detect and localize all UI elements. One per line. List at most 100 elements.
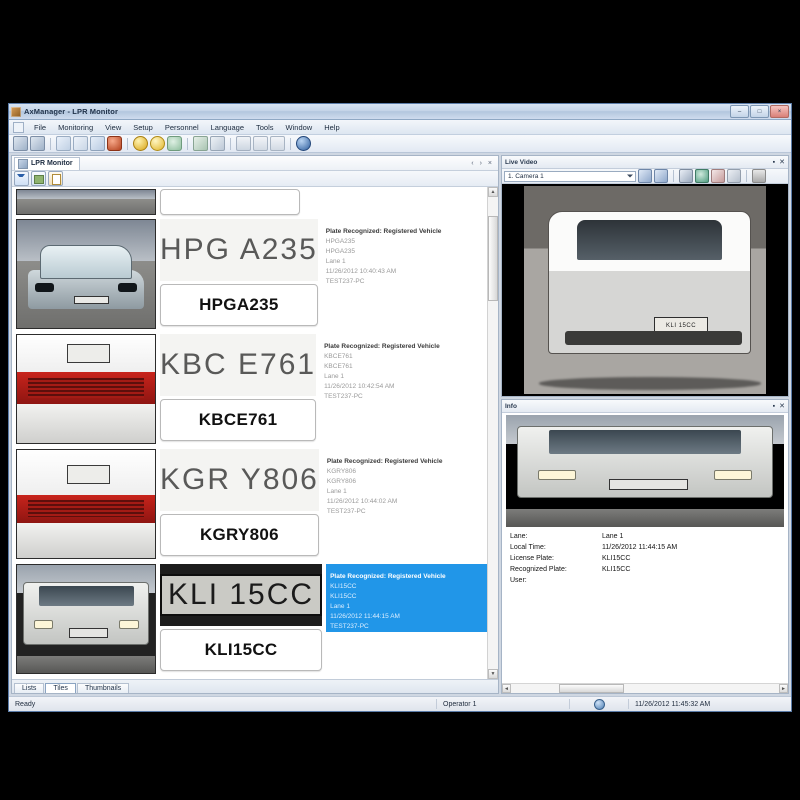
hscroll-left-arrow[interactable]: ◄ — [502, 684, 511, 693]
vehicle-thumbnail[interactable] — [16, 219, 156, 329]
nav-prev-button[interactable]: ‹ — [471, 160, 473, 167]
ptz-icon[interactable] — [695, 169, 709, 183]
camera-icon[interactable] — [167, 136, 182, 151]
tab-thumbnails[interactable]: Thumbnails — [76, 683, 130, 693]
toolbar-separator-3 — [187, 137, 188, 150]
table-row[interactable]: KGR Y806 KGRY806 Plate Recognized: Regis… — [12, 447, 487, 562]
tab-lists[interactable]: Lists — [14, 683, 45, 693]
info-row-user: User: — [510, 575, 780, 586]
tile-icon[interactable] — [253, 136, 268, 151]
info-plate-overlay — [609, 479, 688, 490]
tab-tiles[interactable]: Tiles — [45, 683, 76, 693]
vehicle-red-car-icon-2 — [17, 450, 155, 558]
close-icon[interactable]: ✕ — [779, 402, 785, 410]
plate-textbox: HPGA235 — [160, 284, 318, 326]
report-icon[interactable] — [90, 136, 105, 151]
audio-off-icon[interactable] — [654, 169, 668, 183]
report-print-icon[interactable] — [48, 171, 63, 186]
info-value-recognized-plate: KLI15CC — [602, 566, 631, 573]
info-header: Info ▪ ✕ — [502, 400, 788, 413]
info-header-buttons: ▪ ✕ — [773, 402, 785, 411]
record-recognized: KLI15CC — [330, 593, 357, 600]
menu-item-help[interactable]: Help — [318, 122, 345, 133]
car-in-icon[interactable] — [193, 136, 208, 151]
nav-close-button[interactable]: × — [488, 160, 492, 167]
table-row[interactable]: KBC E761 KBCE761 Plate Recognized: Regis… — [12, 332, 487, 447]
maximize-button[interactable]: □ — [750, 105, 769, 118]
list-item[interactable] — [12, 187, 487, 217]
menu-item-view[interactable]: View — [99, 122, 127, 133]
record-list[interactable]: HPG A235 HPGA235 Plate Recognized: Regis… — [12, 187, 487, 679]
scroll-thumb[interactable] — [488, 215, 498, 301]
close-icon[interactable]: ✕ — [779, 158, 785, 166]
export-icon[interactable] — [13, 136, 28, 151]
car-out-icon[interactable] — [210, 136, 225, 151]
nav-next-button[interactable]: › — [480, 160, 482, 167]
stop-icon[interactable] — [107, 136, 122, 151]
table-row[interactable]: HPG A235 HPGA235 Plate Recognized: Regis… — [12, 217, 487, 332]
info-horizontal-scrollbar[interactable]: ◄ ► — [502, 683, 788, 693]
record-on-icon[interactable] — [133, 136, 148, 151]
live-video-panel: Live Video ▪ ✕ 1. Camera 1 KLI 15CC — [501, 155, 789, 397]
hscroll-track[interactable] — [511, 684, 779, 693]
menu-item-monitoring[interactable]: Monitoring — [52, 122, 99, 133]
zoom-out-icon[interactable] — [727, 169, 741, 183]
info-snapshot-image[interactable] — [506, 415, 784, 527]
menu-item-language[interactable]: Language — [205, 122, 250, 133]
video-toolbar-separator-2 — [746, 170, 747, 182]
audio-on-icon[interactable] — [638, 169, 652, 183]
application-window: AxManager - LPR Monitor – □ × File Monit… — [8, 103, 792, 712]
tab-lpr-monitor[interactable]: LPR Monitor — [14, 156, 80, 170]
list-icon[interactable] — [236, 136, 251, 151]
camera-select[interactable]: 1. Camera 1 — [504, 170, 636, 182]
help-icon[interactable] — [296, 136, 311, 151]
vehicle-thumbnail[interactable] — [16, 564, 156, 674]
pin-icon[interactable]: ▪ — [773, 159, 775, 166]
zoom-in-icon[interactable] — [711, 169, 725, 183]
menu-item-setup[interactable]: Setup — [127, 122, 159, 133]
thumbnail-icon[interactable] — [270, 136, 285, 151]
archive-icon[interactable] — [752, 169, 766, 183]
snapshot-icon[interactable] — [679, 169, 693, 183]
hscroll-right-arrow[interactable]: ► — [779, 684, 788, 693]
refresh-icon[interactable] — [56, 136, 71, 151]
info-row-local-time: Local Time: 11/26/2012 11:44:15 AM — [510, 542, 780, 553]
live-video-title: Live Video — [505, 158, 538, 166]
camera-select-value: 1. Camera 1 — [508, 172, 544, 180]
menubar: File Monitoring View Setup Personnel Lan… — [9, 120, 791, 135]
system-menu-icon[interactable] — [13, 121, 24, 133]
scroll-down-arrow[interactable]: ▼ — [488, 669, 498, 679]
scroll-up-arrow[interactable]: ▲ — [488, 187, 498, 197]
record-time: 11/26/2012 10:40:43 AM — [325, 268, 397, 275]
minimize-button[interactable]: – — [730, 105, 749, 118]
video-toolbar-separator — [673, 170, 674, 182]
live-video-view[interactable]: KLI 15CC — [502, 184, 788, 396]
menu-item-window[interactable]: Window — [280, 122, 319, 133]
pin-icon[interactable]: ▪ — [773, 403, 775, 410]
document-tabbar: LPR Monitor ‹ › × — [12, 156, 498, 171]
document-toolbar — [12, 171, 498, 187]
menu-item-tools[interactable]: Tools — [250, 122, 280, 133]
table-row-selected[interactable]: KLI 15CC KLI15CC Plate Recognized: Regis… — [12, 562, 487, 677]
toolbar-separator-4 — [230, 137, 231, 150]
vehicle-thumbnail[interactable] — [16, 334, 156, 444]
vehicle-thumbnail[interactable] — [16, 449, 156, 559]
scroll-track[interactable] — [488, 197, 498, 669]
export-excel-icon[interactable] — [31, 171, 46, 186]
import-icon[interactable] — [30, 136, 45, 151]
view-mode-tabs: Lists Tiles Thumbnails — [12, 679, 498, 693]
hscroll-thumb[interactable] — [559, 684, 624, 693]
record-list-scrollbar[interactable]: ▲ ▼ — [487, 187, 498, 679]
filter-icon[interactable] — [73, 136, 88, 151]
close-button[interactable]: × — [770, 105, 789, 118]
menu-item-file[interactable]: File — [28, 122, 52, 133]
live-video-toolbar: 1. Camera 1 — [502, 169, 788, 184]
vehicle-thumbnail[interactable] — [16, 189, 156, 215]
menu-item-personnel[interactable]: Personnel — [159, 122, 205, 133]
live-video-header: Live Video ▪ ✕ — [502, 156, 788, 169]
plate-column: HPG A235 HPGA235 — [160, 219, 318, 326]
vehicle-truck-icon — [17, 565, 155, 673]
filter-funnel-icon[interactable] — [14, 171, 29, 186]
record-off-icon[interactable] — [150, 136, 165, 151]
main-toolbar — [9, 135, 791, 153]
